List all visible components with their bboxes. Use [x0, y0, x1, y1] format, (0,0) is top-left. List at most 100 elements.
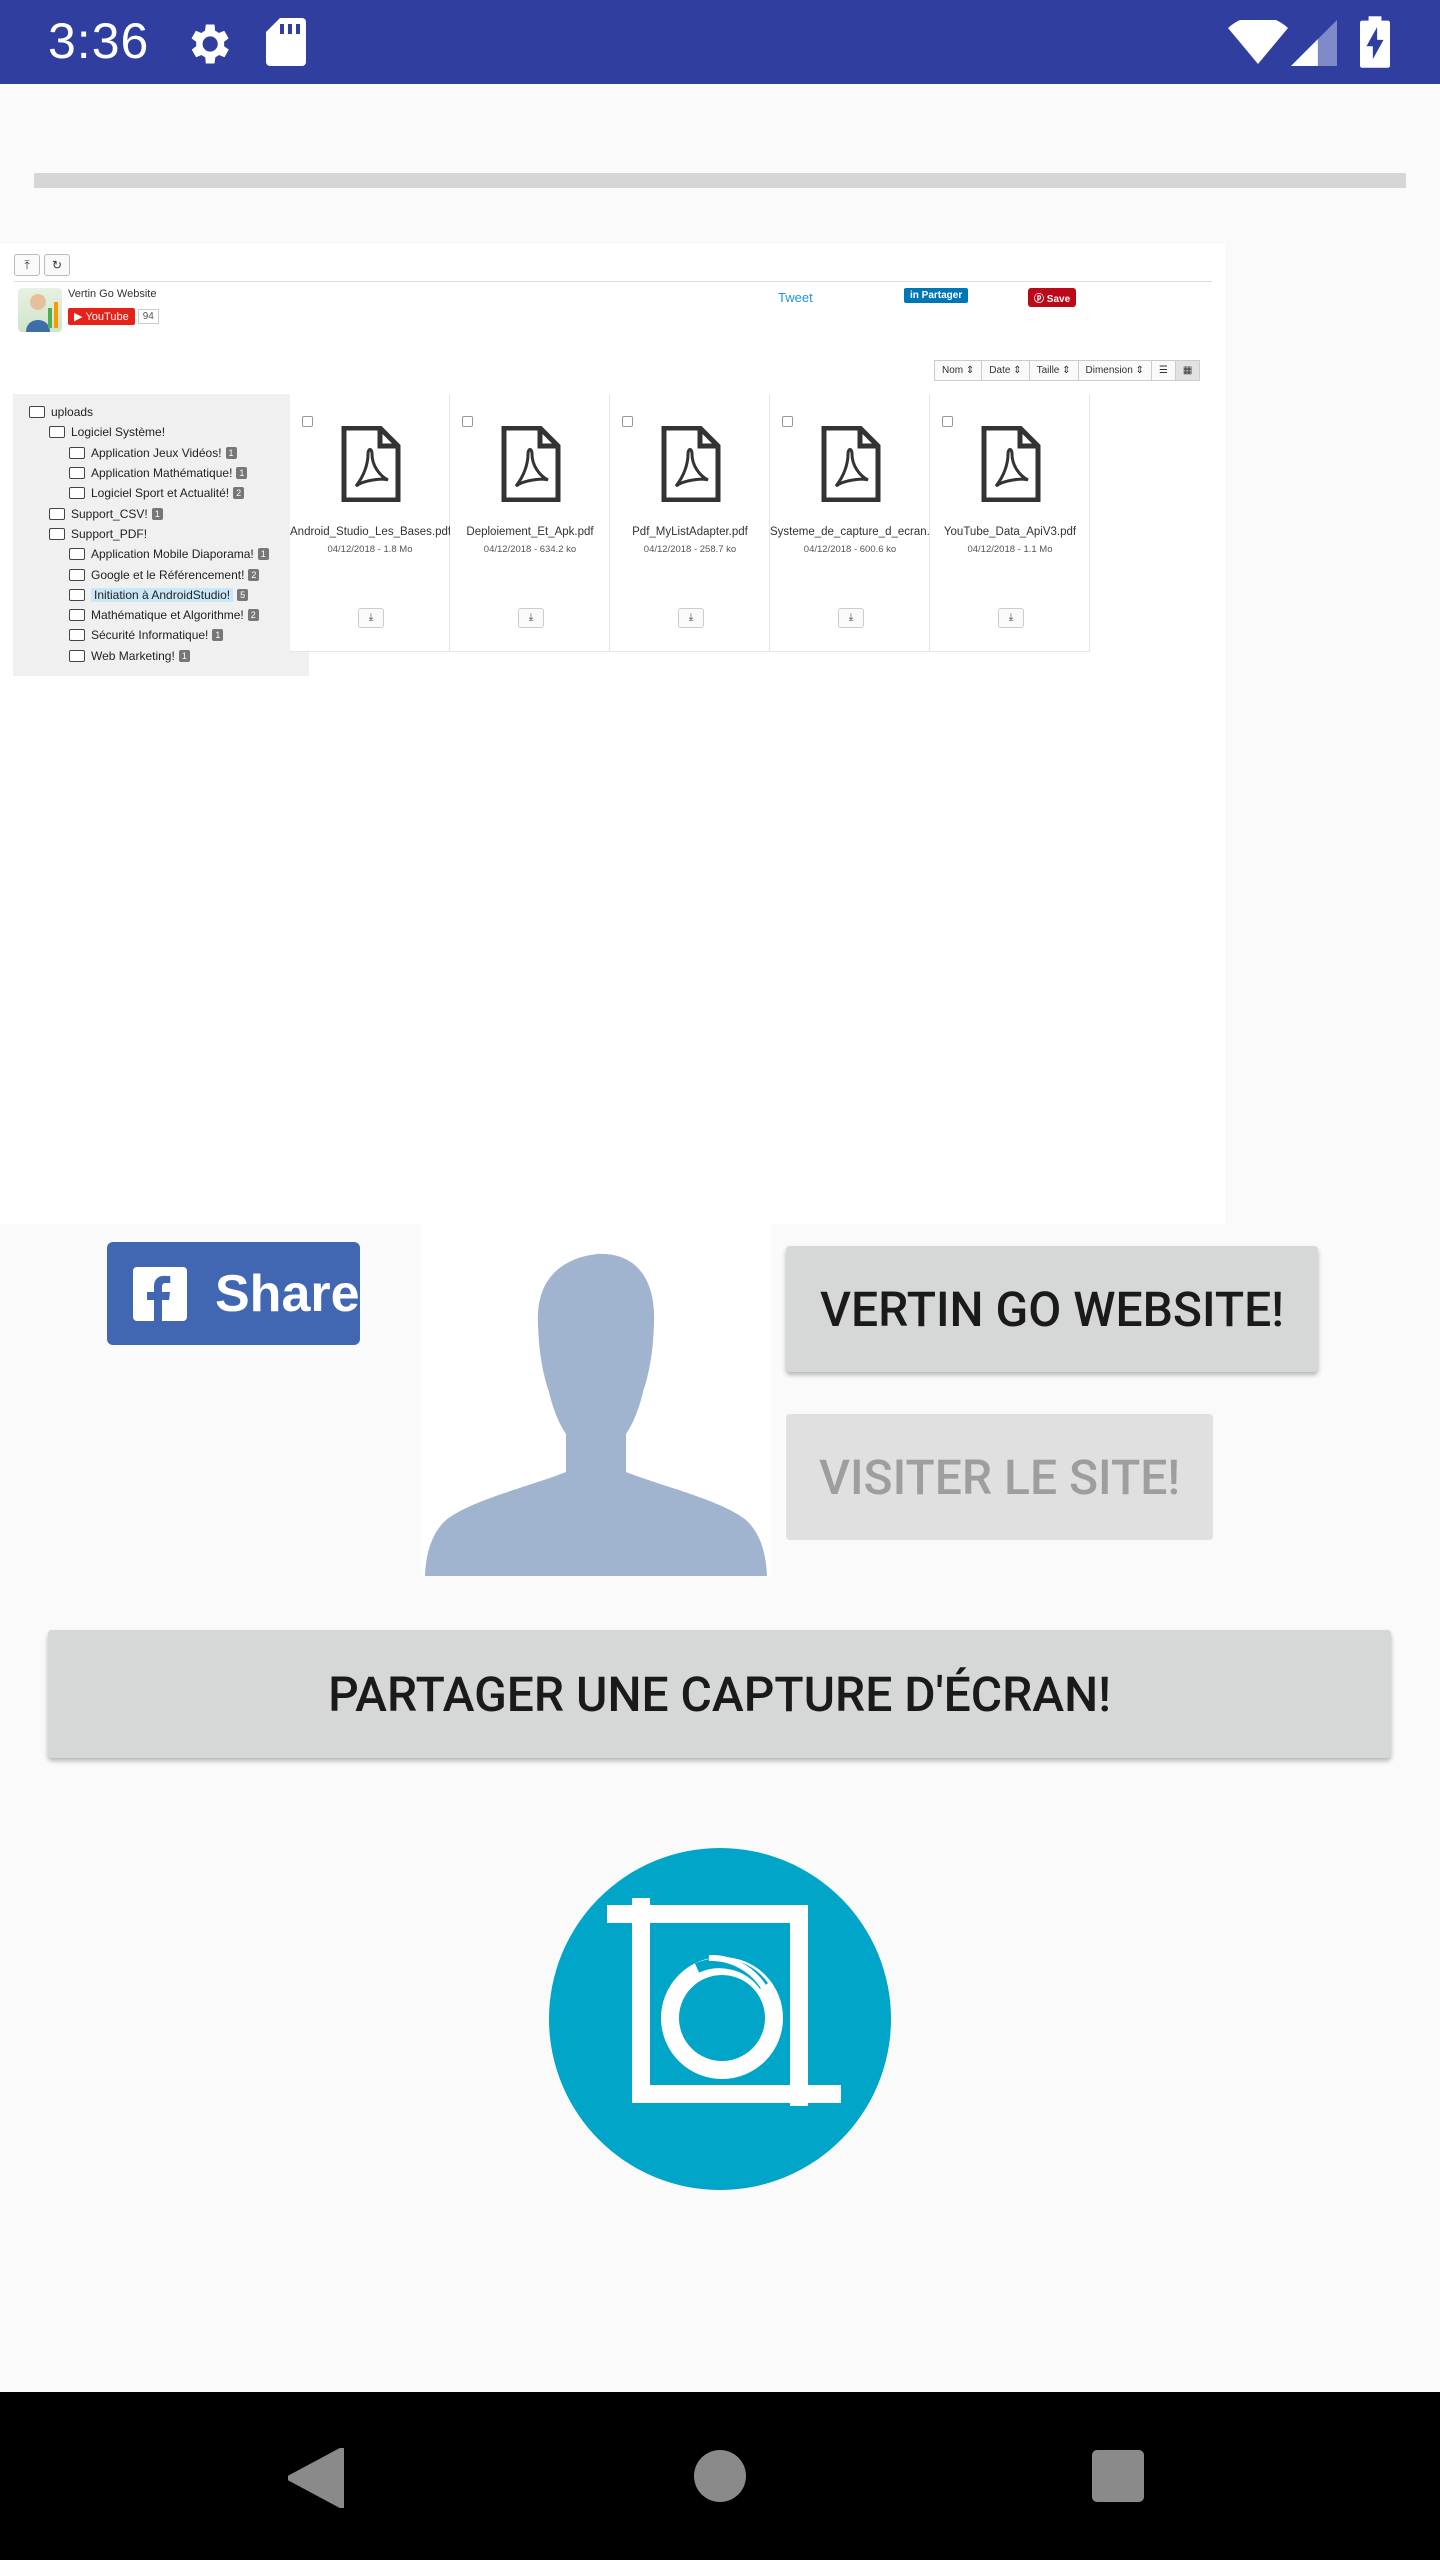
- file-card[interactable]: YouTube_Data_ApiV3.pdf 04/12/2018 - 1.1 M…: [930, 394, 1090, 652]
- progress-bar: [34, 173, 1406, 188]
- pdf-file-icon: [821, 426, 881, 502]
- battery-charging-icon: [1360, 16, 1390, 68]
- tree-item-label: Application Mathématique!: [91, 466, 233, 481]
- file-meta: 04/12/2018 - 1.8 Mo: [327, 544, 413, 555]
- tree-item-label: Support_CSV!: [71, 506, 148, 521]
- file-meta: 04/12/2018 - 634.2 ko: [483, 544, 577, 555]
- file-checkbox[interactable]: [782, 416, 793, 427]
- tree-item-label: uploads: [51, 405, 94, 420]
- tree-item-label: Mathématique et Algorithme!: [91, 608, 244, 623]
- tree-item[interactable]: Support_CSV! 1: [21, 503, 309, 523]
- download-icon: ⤓: [688, 612, 694, 623]
- file-card[interactable]: Android_Studio_Les_Bases.pdf 04/12/2018 -…: [290, 394, 450, 652]
- tree-item[interactable]: Initiation à AndroidStudio! 5: [21, 585, 309, 605]
- tree-item[interactable]: uploads: [21, 402, 309, 422]
- file-checkbox[interactable]: [462, 416, 473, 427]
- refresh-button[interactable]: ↻: [44, 254, 70, 276]
- upload-button[interactable]: ⤒: [14, 254, 40, 276]
- linkedin-share-button[interactable]: in Partager: [904, 288, 969, 303]
- file-name: Pdf_MyListAdapter.pdf: [632, 526, 748, 538]
- youtube-icon: ▶: [74, 311, 83, 323]
- tree-item-count: 2: [248, 568, 260, 581]
- tree-item-count: 1: [151, 507, 163, 520]
- tree-item[interactable]: Logiciel Système!: [21, 422, 309, 442]
- web-toolbar: ⤒ ↻: [14, 254, 70, 276]
- folder-tree: uploads Logiciel Système! Application Jeux…: [13, 394, 309, 676]
- list-view-button[interactable]: ☰: [1150, 360, 1176, 381]
- tree-item-count: 2: [247, 609, 259, 622]
- sort-name-button[interactable]: Nom ⇕: [934, 360, 983, 381]
- website-button[interactable]: VERTIN GO WEBSITE!: [786, 1246, 1318, 1372]
- file-card[interactable]: Deploiement_Et_Apk.pdf 04/12/2018 - 634.2…: [450, 394, 610, 652]
- grid-view-button[interactable]: ▦: [1174, 360, 1201, 381]
- site-logo: [18, 288, 62, 332]
- tree-item[interactable]: Google et le Référencement! 2: [21, 564, 309, 584]
- file-checkbox[interactable]: [302, 416, 313, 427]
- download-button[interactable]: ⤓: [518, 608, 544, 628]
- tweet-link[interactable]: Tweet: [778, 290, 813, 305]
- tree-item[interactable]: Support_PDF!: [21, 524, 309, 544]
- tree-item-count: 1: [178, 649, 190, 662]
- profile-picture: [421, 1224, 771, 1576]
- tree-item[interactable]: Web Marketing! 1: [21, 646, 309, 666]
- tree-item-count: 1: [257, 548, 269, 561]
- folder-icon: [49, 426, 65, 439]
- folder-icon: [69, 487, 85, 500]
- tree-item-label: Google et le Référencement!: [91, 567, 245, 582]
- folder-icon: [69, 649, 85, 662]
- tree-item[interactable]: Application Mathématique! 1: [21, 463, 309, 483]
- folder-icon: [49, 527, 65, 540]
- linkedin-icon: in: [910, 290, 922, 301]
- sort-toolbar: Nom ⇕ Date ⇕ Taille ⇕ Dimension ⇕ ☰ ▦: [934, 360, 1201, 381]
- sd-card-icon: [266, 18, 306, 66]
- folder-icon: [69, 446, 85, 459]
- tree-item-label: Sécurité Informatique!: [91, 628, 209, 643]
- youtube-subscribe[interactable]: ▶ YouTube 94: [68, 308, 159, 325]
- sort-dimension-button[interactable]: Dimension ⇕: [1077, 360, 1152, 381]
- download-button[interactable]: ⤓: [838, 608, 864, 628]
- tree-item[interactable]: Application Jeux Vidéos! 1: [21, 443, 309, 463]
- youtube-count: 94: [137, 309, 159, 324]
- back-icon[interactable]: [288, 2448, 344, 2508]
- pdf-file-icon: [661, 426, 721, 502]
- file-card[interactable]: Systeme_de_capture_d_ecran.pdf 04/12/2018…: [770, 394, 930, 652]
- visit-site-button[interactable]: VISITER LE SITE!: [786, 1414, 1213, 1540]
- tree-item[interactable]: Application Mobile Diaporama! 1: [21, 544, 309, 564]
- file-name: YouTube_Data_ApiV3.pdf: [943, 526, 1077, 538]
- download-button[interactable]: ⤓: [678, 608, 704, 628]
- tree-item-count: 1: [225, 446, 237, 459]
- tree-item-count: 5: [237, 588, 249, 601]
- sort-date-button[interactable]: Date ⇕: [981, 360, 1030, 381]
- pinterest-save-button[interactable]: ⓟ Save: [1028, 288, 1077, 307]
- share-screenshot-button[interactable]: PARTAGER UNE CAPTURE D'ÉCRAN!: [48, 1630, 1391, 1758]
- folder-icon: [69, 568, 85, 581]
- webview[interactable]: ⤒ ↻ Vertin Go Website ▶ YouTube 94 Tweet …: [0, 244, 1225, 1224]
- facebook-share-button[interactable]: Share: [107, 1242, 360, 1345]
- tree-item-label: Application Jeux Vidéos!: [91, 445, 222, 460]
- file-checkbox[interactable]: [622, 416, 633, 427]
- tree-item[interactable]: Mathématique et Algorithme! 2: [21, 605, 309, 625]
- tree-item-label: Logiciel Système!: [71, 425, 166, 440]
- status-bar: 3:36: [0, 0, 1440, 84]
- download-button[interactable]: ⤓: [358, 608, 384, 628]
- folder-icon: [69, 609, 85, 622]
- screenshot-capture-icon[interactable]: [549, 1848, 891, 2190]
- status-time: 3:36: [48, 13, 150, 69]
- file-checkbox[interactable]: [942, 416, 953, 427]
- tree-item-count: 1: [212, 629, 224, 642]
- tree-item-count: 2: [233, 487, 245, 500]
- download-button[interactable]: ⤓: [998, 608, 1024, 628]
- tree-item[interactable]: Logiciel Sport et Actualité! 2: [21, 483, 309, 503]
- tree-item-count: 1: [236, 467, 248, 480]
- file-meta: 04/12/2018 - 258.7 ko: [643, 544, 737, 555]
- tree-item-label: Support_PDF!: [71, 526, 148, 541]
- file-name: Android_Studio_Les_Bases.pdf: [290, 526, 450, 538]
- download-icon: ⤓: [1008, 612, 1014, 623]
- sort-size-button[interactable]: Taille ⇕: [1028, 360, 1079, 381]
- home-icon[interactable]: [694, 2450, 746, 2502]
- recent-apps-icon[interactable]: [1092, 2450, 1144, 2502]
- tree-item[interactable]: Sécurité Informatique! 1: [21, 625, 309, 645]
- folder-icon: [49, 507, 65, 520]
- progress-fill: [34, 173, 1406, 188]
- file-card[interactable]: Pdf_MyListAdapter.pdf 04/12/2018 - 258.7 …: [610, 394, 770, 652]
